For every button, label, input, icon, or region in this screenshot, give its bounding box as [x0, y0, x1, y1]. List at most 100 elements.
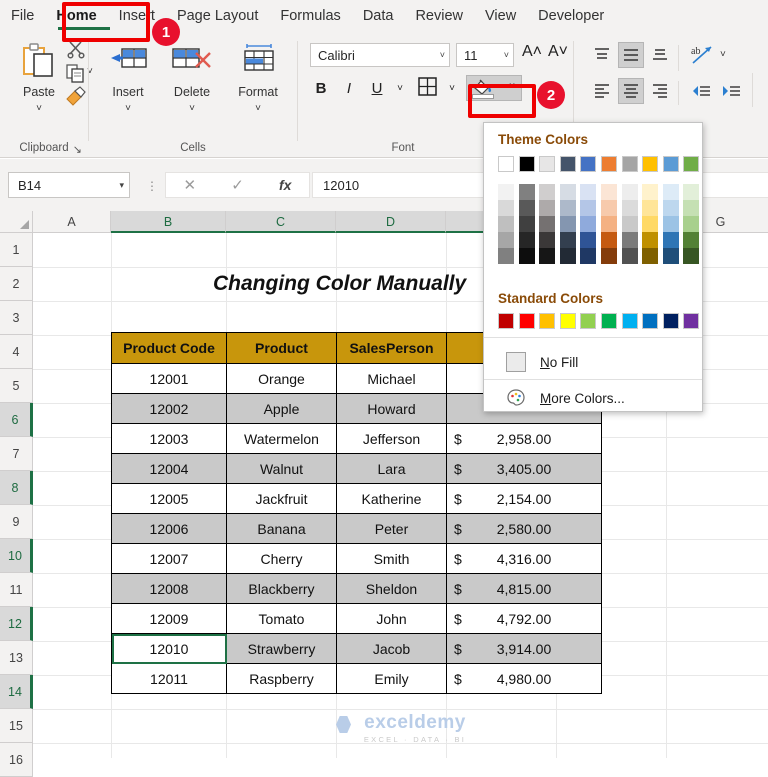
- row-header-5[interactable]: 5: [0, 369, 33, 403]
- borders-caret-icon[interactable]: ˅: [441, 77, 463, 101]
- font-size-input[interactable]: 11 ˅: [456, 43, 514, 67]
- cell-sales-amount[interactable]: $3,914.00: [446, 633, 602, 664]
- theme-color-swatch[interactable]: [683, 156, 700, 172]
- align-middle-icon[interactable]: [618, 42, 644, 68]
- cell-salesperson[interactable]: Smith: [336, 543, 447, 574]
- standard-color-swatch[interactable]: [601, 313, 617, 329]
- theme-color-shade-swatch[interactable]: [601, 184, 617, 200]
- column-header-b[interactable]: B: [111, 211, 226, 233]
- cell-salesperson[interactable]: Jacob: [336, 633, 447, 664]
- cell-product[interactable]: Jackfruit: [226, 483, 337, 514]
- insert-function-icon[interactable]: fx: [261, 177, 309, 193]
- row-header-10[interactable]: 10: [0, 539, 33, 573]
- theme-color-shade-swatch[interactable]: [559, 184, 576, 200]
- column-header-a[interactable]: A: [33, 211, 111, 233]
- tab-page-layout[interactable]: Page Layout: [166, 0, 269, 33]
- cell-sales-amount[interactable]: $4,815.00: [446, 573, 602, 604]
- align-left-icon[interactable]: [592, 81, 612, 106]
- theme-color-shade-swatch[interactable]: [539, 184, 556, 200]
- select-all-corner[interactable]: [0, 211, 33, 233]
- row-header-12[interactable]: 12: [0, 607, 33, 641]
- row-header-3[interactable]: 3: [0, 301, 33, 335]
- theme-color-shade-swatch[interactable]: [518, 184, 535, 200]
- theme-color-shade-swatch[interactable]: [559, 232, 576, 248]
- theme-color-shade-swatch[interactable]: [621, 200, 638, 216]
- decrease-indent-icon[interactable]: [690, 83, 712, 106]
- font-name-input[interactable]: Calibri ˅: [310, 43, 450, 67]
- cell-sales-amount[interactable]: $2,154.00: [446, 483, 602, 514]
- cell-product-code[interactable]: 12005: [111, 483, 227, 514]
- delete-cells-caret-icon[interactable]: ˅: [161, 103, 223, 114]
- cell-product-code[interactable]: 12001: [111, 363, 227, 394]
- theme-color-swatch[interactable]: [518, 156, 535, 172]
- theme-color-shade-swatch[interactable]: [642, 232, 659, 248]
- align-top-icon[interactable]: [592, 45, 612, 70]
- row-header-14[interactable]: 14: [0, 675, 33, 709]
- font-name-caret-icon[interactable]: ˅: [440, 50, 445, 60]
- align-center-icon[interactable]: [618, 78, 644, 104]
- theme-color-shade-swatch[interactable]: [642, 248, 659, 264]
- cell-product[interactable]: Orange: [226, 363, 337, 394]
- format-painter-icon[interactable]: [64, 86, 87, 111]
- cell-product-code[interactable]: 12007: [111, 543, 227, 574]
- name-box[interactable]: B14 ▾: [8, 172, 130, 198]
- theme-color-shade-swatch[interactable]: [621, 248, 638, 264]
- table-row[interactable]: 12003 Watermelon Jefferson $2,958.00: [111, 423, 602, 454]
- row-header-4[interactable]: 4: [0, 335, 33, 369]
- theme-color-shade-swatch[interactable]: [642, 216, 659, 232]
- cell-salesperson[interactable]: Lara: [336, 453, 447, 484]
- theme-color-shade-swatch[interactable]: [621, 216, 638, 232]
- theme-color-swatch[interactable]: [539, 156, 556, 172]
- cell-product-code[interactable]: 12010: [111, 633, 227, 664]
- sheet-title-cell[interactable]: Changing Color Manually: [213, 267, 466, 301]
- theme-color-shade-swatch[interactable]: [539, 216, 556, 232]
- font-size-caret-icon[interactable]: ˅: [504, 50, 509, 60]
- tab-developer[interactable]: Developer: [527, 0, 615, 33]
- cell-product[interactable]: Banana: [226, 513, 337, 544]
- theme-color-shade-swatch[interactable]: [539, 248, 556, 264]
- theme-color-shade-swatch[interactable]: [683, 216, 700, 232]
- align-right-icon[interactable]: [650, 81, 670, 106]
- bold-button[interactable]: B: [310, 77, 332, 101]
- paste-button[interactable]: Paste ˅: [10, 41, 68, 123]
- theme-color-shade-swatch[interactable]: [621, 232, 638, 248]
- theme-color-shade-swatch[interactable]: [662, 216, 679, 232]
- theme-color-shade-swatch[interactable]: [518, 200, 535, 216]
- theme-color-shade-swatch[interactable]: [662, 200, 679, 216]
- cell-salesperson[interactable]: Howard: [336, 393, 447, 424]
- theme-color-swatch[interactable]: [662, 156, 679, 172]
- name-box-caret-icon[interactable]: ▾: [119, 180, 124, 191]
- cell-salesperson[interactable]: Peter: [336, 513, 447, 544]
- theme-color-shade-swatch[interactable]: [683, 232, 700, 248]
- theme-color-shade-swatch[interactable]: [601, 248, 617, 264]
- theme-color-shade-swatch[interactable]: [498, 232, 514, 248]
- theme-color-swatch[interactable]: [601, 156, 617, 172]
- cell-product-code[interactable]: 12002: [111, 393, 227, 424]
- theme-color-swatch[interactable]: [498, 156, 514, 172]
- underline-button[interactable]: U: [366, 77, 388, 101]
- table-row[interactable]: 12010 Strawberry Jacob $3,914.00: [111, 633, 602, 664]
- cell-sales-amount[interactable]: $2,580.00: [446, 513, 602, 544]
- theme-color-shade-swatch[interactable]: [683, 248, 700, 264]
- cell-sales-amount[interactable]: $2,958.00: [446, 423, 602, 454]
- cut-icon[interactable]: [66, 39, 86, 64]
- theme-color-shade-swatch[interactable]: [642, 184, 659, 200]
- cell-product-code[interactable]: 12009: [111, 603, 227, 634]
- row-header-8[interactable]: 8: [0, 471, 33, 505]
- underline-caret-icon[interactable]: ˅: [389, 77, 411, 101]
- theme-color-shade-swatch[interactable]: [601, 216, 617, 232]
- tab-review[interactable]: Review: [404, 0, 474, 33]
- cell-salesperson[interactable]: Michael: [336, 363, 447, 394]
- tab-data[interactable]: Data: [352, 0, 405, 33]
- theme-color-shade-swatch[interactable]: [518, 248, 535, 264]
- theme-color-shade-swatch[interactable]: [498, 248, 514, 264]
- align-bottom-icon[interactable]: [650, 45, 670, 70]
- table-row[interactable]: 12004 Walnut Lara $3,405.00: [111, 453, 602, 484]
- theme-color-swatch[interactable]: [559, 156, 576, 172]
- cell-sales-amount[interactable]: $3,405.00: [446, 453, 602, 484]
- row-header-15[interactable]: 15: [0, 709, 33, 743]
- table-row[interactable]: 12008 Blackberry Sheldon $4,815.00: [111, 573, 602, 604]
- tab-file[interactable]: File: [0, 0, 45, 33]
- theme-color-shade-swatch[interactable]: [539, 232, 556, 248]
- standard-color-swatch[interactable]: [559, 313, 576, 329]
